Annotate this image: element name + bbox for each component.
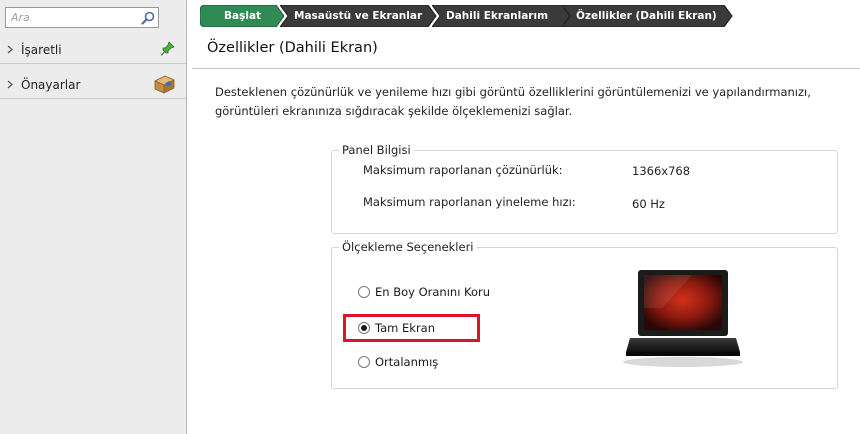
radio-button-circle[interactable]: [358, 356, 370, 368]
breadcrumb: Başlat Masaüstü ve Ekranlar Dahili Ekran…: [200, 5, 760, 27]
max-resolution-value: 1366x768: [632, 164, 691, 178]
max-refresh-value: 60 Hz: [632, 197, 665, 211]
selection-highlight-box: [343, 314, 480, 342]
sidebar-item-label: Önayarlar: [21, 77, 81, 92]
max-resolution-label: Maksimum raporlanan çözünürlük:: [363, 163, 563, 177]
page-title: Özellikler (Dahili Ekran): [207, 40, 378, 56]
pin-icon: [160, 40, 176, 61]
radio-en-boy-oranini-koru[interactable]: En Boy Oranını Koru: [358, 285, 490, 299]
sidebar-item-isaretli[interactable]: İşaretli: [0, 36, 186, 64]
radio-button-circle[interactable]: [358, 286, 370, 298]
search-icon: [140, 11, 154, 25]
title-divider: [192, 68, 860, 69]
search-button[interactable]: [138, 9, 157, 26]
page-description: Desteklenen çözünürlük ve yenileme hızı …: [215, 85, 811, 118]
breadcrumb-item-masaustu[interactable]: Masaüstü ve Ekranlar: [280, 5, 437, 27]
search-box: [5, 7, 159, 28]
panel-info-legend: Panel Bilgisi: [342, 143, 411, 157]
breadcrumb-item-ozellikler[interactable]: Özellikler (Dahili Ekran): [562, 5, 733, 27]
chevron-right-icon: [7, 80, 15, 89]
sidebar-item-onayarlar[interactable]: Önayarlar: [0, 71, 186, 99]
left-pane: İşaretli Önayarlar: [0, 0, 187, 434]
scaling-options-legend: Ölçekleme Seçenekleri: [342, 240, 474, 254]
max-refresh-label: Maksimum raporlanan yineleme hızı:: [363, 195, 576, 209]
laptop-icon: [622, 268, 744, 372]
radio-label: Ortalanmış: [375, 355, 439, 369]
chevron-right-icon: [7, 45, 15, 54]
preset-box-icon: [152, 73, 176, 98]
breadcrumb-item-baslat[interactable]: Başlat: [200, 5, 285, 27]
radio-ortalanmis[interactable]: Ortalanmış: [358, 355, 438, 369]
breadcrumb-item-dahili-ekranlarim[interactable]: Dahili Ekranlarım: [432, 5, 571, 27]
search-input[interactable]: [8, 9, 136, 26]
radio-label: En Boy Oranını Koru: [375, 285, 491, 299]
panel-info-group: Panel Bilgisi: [331, 143, 838, 234]
sidebar-item-label: İşaretli: [21, 42, 62, 57]
